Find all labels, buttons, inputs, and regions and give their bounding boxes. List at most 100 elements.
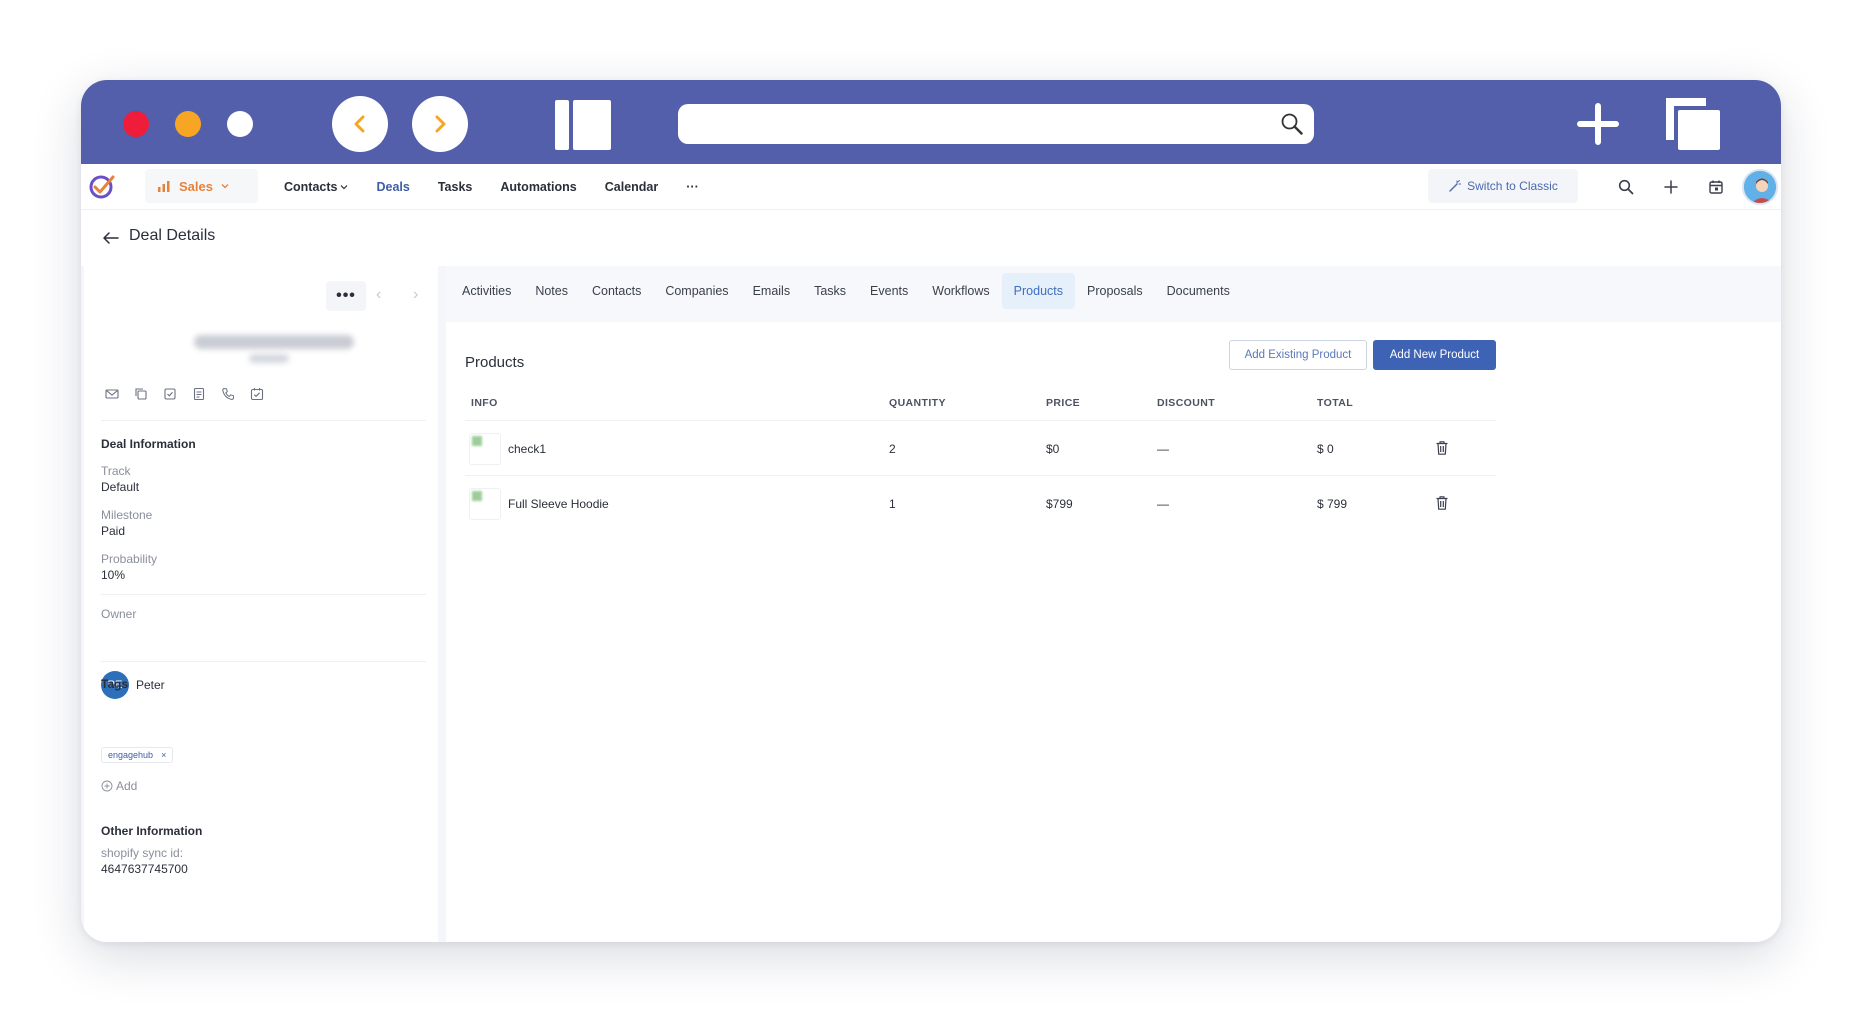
- trash-icon[interactable]: [1435, 495, 1449, 511]
- column-header-discount: DISCOUNT: [1157, 397, 1216, 409]
- nav-more-button[interactable]: ···: [686, 180, 699, 194]
- chevron-down-icon: [341, 185, 348, 190]
- deal-name-redacted: [194, 335, 354, 349]
- tab-events[interactable]: Events: [858, 273, 920, 309]
- module-label: Sales: [179, 178, 213, 194]
- address-bar[interactable]: [678, 104, 1314, 144]
- content-area: ••• ‹ › Deal Information Track Default M…: [81, 266, 1781, 942]
- divider: [101, 420, 426, 421]
- user-avatar[interactable]: [1742, 169, 1778, 205]
- back-arrow-icon[interactable]: [101, 228, 121, 248]
- switch-to-classic-label: Switch to Classic: [1467, 179, 1558, 193]
- module-switcher[interactable]: Sales: [145, 169, 258, 203]
- plus-circle-icon: [101, 780, 113, 792]
- deal-tabs-bar: Activities Notes Contacts Companies Emai…: [446, 266, 1781, 322]
- product-price: $799: [1046, 497, 1073, 511]
- browser-window: Sales Contacts Deals Tasks Automations C…: [81, 80, 1781, 942]
- probability-label: Probability: [101, 552, 158, 566]
- chevron-down-icon: [221, 184, 229, 189]
- shopify-sync-id-value: 4647637745700: [101, 862, 188, 876]
- tab-companies[interactable]: Companies: [653, 273, 740, 309]
- remove-tag-button[interactable]: ×: [161, 750, 166, 760]
- deal-information-title: Deal Information: [101, 437, 196, 451]
- quick-actions: [104, 386, 265, 402]
- sidebar-toggle-icon[interactable]: [555, 100, 611, 150]
- nav-deals[interactable]: Deals: [376, 180, 409, 194]
- more-actions-button[interactable]: •••: [326, 281, 366, 311]
- nav-automations[interactable]: Automations: [500, 180, 576, 194]
- tab-tasks[interactable]: Tasks: [802, 273, 858, 309]
- page-header: Deal Details: [81, 210, 1781, 266]
- tab-products[interactable]: Products: [1001, 273, 1076, 309]
- copy-icon[interactable]: [133, 386, 149, 402]
- product-name: check1: [508, 442, 547, 456]
- browser-forward-button[interactable]: [412, 96, 468, 152]
- global-search-button[interactable]: [1615, 176, 1637, 198]
- product-discount: —: [1157, 442, 1169, 456]
- new-tab-icon[interactable]: [1576, 102, 1620, 146]
- wand-icon: [1449, 179, 1462, 192]
- tab-activities[interactable]: Activities: [450, 273, 523, 309]
- add-tag-button[interactable]: Add: [101, 779, 137, 793]
- add-new-product-button[interactable]: Add New Product: [1373, 340, 1496, 370]
- calendar-shortcut-button[interactable]: [1705, 176, 1727, 198]
- search-icon: [1281, 113, 1303, 135]
- deal-sidebar: ••• ‹ › Deal Information Track Default M…: [84, 266, 438, 942]
- shopify-sync-id-label: shopify sync id:: [101, 846, 184, 860]
- tab-contacts[interactable]: Contacts: [580, 273, 653, 309]
- tab-notes[interactable]: Notes: [523, 273, 580, 309]
- tag-label: engagehub: [108, 750, 154, 760]
- product-name: Full Sleeve Hoodie: [508, 497, 609, 511]
- screen: Sales Contacts Deals Tasks Automations C…: [0, 0, 1861, 1023]
- milestone-value: Paid: [101, 524, 126, 538]
- product-thumbnail: [469, 433, 501, 465]
- divider: [101, 661, 426, 662]
- task-icon[interactable]: [162, 386, 178, 402]
- phone-icon[interactable]: [220, 386, 236, 402]
- deal-tabs: Activities Notes Contacts Companies Emai…: [450, 273, 1242, 309]
- browser-toolbar: [81, 80, 1781, 164]
- previous-deal-button[interactable]: ‹: [376, 286, 381, 304]
- table-row[interactable]: check1 2 $0 — $ 0: [465, 420, 1496, 476]
- nav-tasks[interactable]: Tasks: [438, 180, 473, 194]
- trash-icon[interactable]: [1435, 440, 1449, 456]
- next-deal-button[interactable]: ›: [413, 286, 418, 304]
- product-price: $0: [1046, 442, 1060, 456]
- tab-proposals[interactable]: Proposals: [1075, 273, 1155, 309]
- email-icon[interactable]: [104, 386, 120, 402]
- table-row[interactable]: Full Sleeve Hoodie 1 $799 — $ 799: [465, 476, 1496, 532]
- switch-to-classic-button[interactable]: Switch to Classic: [1428, 169, 1578, 203]
- tab-emails[interactable]: Emails: [741, 273, 803, 309]
- add-existing-product-button[interactable]: Add Existing Product: [1229, 340, 1367, 370]
- browser-back-button[interactable]: [332, 96, 388, 152]
- add-tag-label: Add: [116, 779, 138, 793]
- minimize-window-button[interactable]: [175, 111, 201, 137]
- column-header-price: PRICE: [1046, 397, 1081, 409]
- bar-chart-icon: [158, 181, 170, 192]
- close-window-button[interactable]: [123, 111, 149, 137]
- milestone-label: Milestone: [101, 508, 153, 522]
- nav-calendar[interactable]: Calendar: [605, 180, 659, 194]
- tab-documents[interactable]: Documents: [1155, 273, 1242, 309]
- product-total: $ 799: [1317, 497, 1348, 511]
- owner-label: Owner: [101, 607, 137, 621]
- column-header-total: TOTAL: [1317, 397, 1354, 409]
- search-icon: [1618, 179, 1634, 195]
- owner-name: Peter: [136, 678, 165, 692]
- tag-chip[interactable]: engagehub ×: [101, 747, 174, 763]
- maximize-window-button[interactable]: [227, 111, 253, 137]
- user-avatar-icon: [1744, 171, 1776, 203]
- tags-title: Tags: [101, 677, 129, 691]
- event-icon[interactable]: [249, 386, 265, 402]
- product-quantity: 2: [889, 442, 896, 456]
- tab-workflows[interactable]: Workflows: [920, 273, 1001, 309]
- tabs-overview-icon[interactable]: [1664, 96, 1722, 152]
- app-logo-icon[interactable]: [87, 171, 117, 201]
- quick-add-button[interactable]: [1660, 176, 1682, 198]
- nav-contacts-label: Contacts: [284, 180, 338, 194]
- page-title: Deal Details: [129, 227, 216, 244]
- note-icon[interactable]: [191, 386, 207, 402]
- nav-contacts[interactable]: Contacts: [284, 180, 348, 194]
- chevron-left-icon: [354, 115, 365, 133]
- product-quantity: 1: [889, 497, 896, 511]
